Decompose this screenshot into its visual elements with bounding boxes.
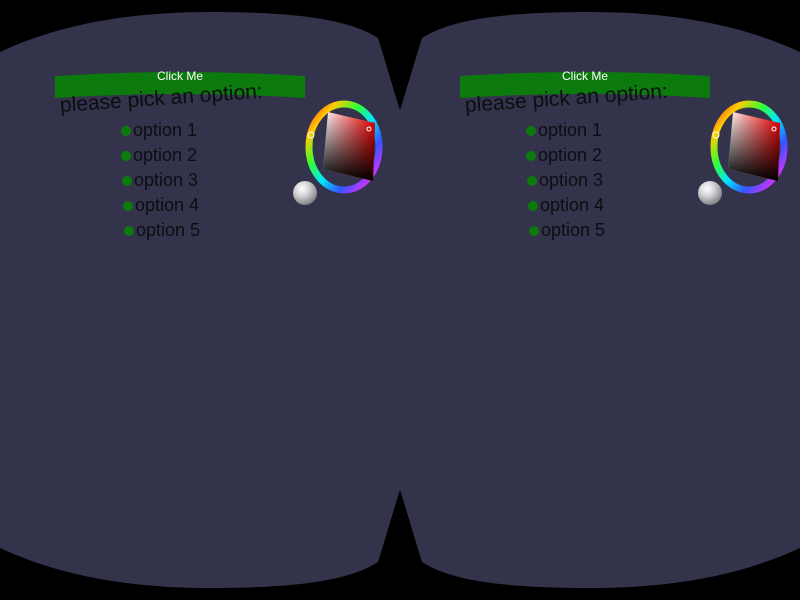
radio-option-5[interactable]: option 5: [529, 219, 605, 241]
option-label: option 5: [136, 220, 201, 240]
radio-option-2[interactable]: option 2: [121, 144, 197, 166]
right-eye-view: Click Me please pick an option: option 1…: [400, 0, 800, 600]
radio-dot-icon: [123, 201, 133, 211]
radio-option-4[interactable]: option 4: [528, 194, 604, 216]
radio-option-4[interactable]: option 4: [123, 194, 199, 216]
radio-dot-icon: [527, 176, 537, 186]
option-label: option 4: [540, 195, 605, 215]
sphere-handle-icon[interactable]: [698, 181, 722, 205]
option-label: option 1: [538, 120, 603, 140]
right-ui-panel: Click Me please pick an option: option 1…: [400, 0, 800, 600]
option-label: option 5: [541, 220, 606, 240]
color-picker[interactable]: [708, 99, 790, 195]
radio-dot-icon: [529, 226, 539, 236]
option-label: option 3: [134, 170, 199, 190]
left-ui-panel: Click Me please pick an option: option 1…: [0, 0, 400, 600]
radio-option-1[interactable]: option 1: [121, 119, 197, 141]
radio-option-3[interactable]: option 3: [527, 169, 603, 191]
left-eye-view: Click Me please pick an option: option 1…: [0, 0, 400, 600]
option-label: option 3: [539, 170, 604, 190]
radio-dot-icon: [121, 126, 131, 136]
radio-option-3[interactable]: option 3: [122, 169, 198, 191]
vr-stereo-view: Click Me please pick an option: option 1…: [0, 0, 800, 600]
radio-option-1[interactable]: option 1: [526, 119, 602, 141]
radio-option-2[interactable]: option 2: [526, 144, 602, 166]
radio-dot-icon: [528, 201, 538, 211]
option-list: option 1 option 2 option 3 option 4 opti…: [400, 0, 800, 600]
radio-dot-icon: [122, 176, 132, 186]
option-label: option 2: [133, 145, 198, 165]
option-list: option 1 option 2 option 3 option 4 opti…: [0, 0, 400, 600]
radio-dot-icon: [124, 226, 134, 236]
option-label: option 1: [133, 120, 198, 140]
color-wheel-icon: [305, 100, 383, 194]
color-picker[interactable]: [303, 99, 385, 195]
radio-dot-icon: [526, 126, 536, 136]
radio-dot-icon: [121, 151, 131, 161]
radio-dot-icon: [526, 151, 536, 161]
option-label: option 4: [135, 195, 200, 215]
option-label: option 2: [538, 145, 603, 165]
radio-option-5[interactable]: option 5: [124, 219, 200, 241]
color-wheel-icon: [710, 100, 788, 194]
sphere-handle-icon[interactable]: [293, 181, 317, 205]
